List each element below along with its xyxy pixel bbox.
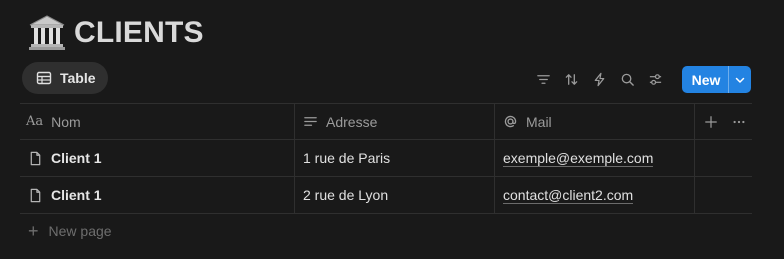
sort-icon — [565, 73, 577, 85]
sort-button[interactable] — [557, 66, 585, 92]
cell-nom[interactable]: Client 1 — [20, 177, 295, 213]
view-settings-button[interactable] — [641, 66, 669, 92]
cell-nom[interactable]: Client 1 — [20, 140, 295, 176]
new-page-label: New page — [48, 223, 112, 239]
page-document-icon — [30, 151, 41, 165]
cell-adresse[interactable]: 2 rue de Lyon — [295, 177, 495, 213]
view-tab-table[interactable]: Table — [22, 62, 108, 94]
cell-adresse[interactable]: 1 rue de Paris — [295, 140, 495, 176]
cell-nom-text: Client 1 — [51, 150, 102, 166]
view-tab-label: Table — [60, 70, 96, 86]
cell-mail[interactable]: contact@client2.com — [495, 177, 695, 213]
automation-button[interactable] — [585, 66, 613, 92]
table-header-row: Aa Nom Adresse Mail — [20, 103, 752, 140]
cell-nom-text: Client 1 — [51, 187, 102, 203]
table-icon — [36, 71, 52, 85]
new-button-group: New — [682, 66, 751, 93]
search-icon — [621, 73, 634, 86]
new-dropdown-button[interactable] — [728, 66, 751, 93]
mail-link[interactable]: exemple@exemple.com — [503, 150, 654, 167]
table-row[interactable]: Client 1 1 rue de Paris exemple@exemple.… — [20, 140, 752, 177]
database-page: CLIENTS Table New Aa Nom Adresse Mail Cl… — [0, 0, 784, 259]
column-header-label: Nom — [51, 113, 81, 130]
mail-link[interactable]: contact@client2.com — [503, 187, 634, 204]
column-header-adresse[interactable]: Adresse — [295, 104, 495, 139]
settings-sliders-icon — [649, 73, 661, 85]
filter-icon — [536, 74, 550, 84]
new-page-button[interactable]: + New page — [28, 222, 112, 240]
column-header-label: Adresse — [326, 113, 378, 130]
column-header-nom[interactable]: Aa Nom — [20, 104, 295, 139]
plus-icon: + — [28, 221, 39, 241]
column-actions — [695, 104, 752, 139]
text-lines-icon — [304, 117, 317, 126]
page-document-icon — [30, 188, 41, 202]
automation-bolt-icon — [594, 72, 604, 86]
more-options-icon[interactable] — [732, 115, 746, 129]
add-column-plus-icon[interactable] — [704, 115, 718, 129]
page-title-row: CLIENTS — [28, 12, 204, 54]
chevron-down-icon — [735, 77, 745, 83]
filter-button[interactable] — [529, 66, 557, 92]
cell-empty — [695, 140, 752, 176]
title-aa-icon: Aa — [26, 114, 44, 129]
column-header-mail[interactable]: Mail — [495, 104, 695, 139]
cell-empty — [695, 177, 752, 213]
classical-building-icon[interactable] — [28, 14, 66, 52]
cell-adresse-text: 2 rue de Lyon — [303, 187, 389, 203]
cell-mail[interactable]: exemple@exemple.com — [495, 140, 695, 176]
table-row[interactable]: Client 1 2 rue de Lyon contact@client2.c… — [20, 177, 752, 214]
new-button[interactable]: New — [682, 66, 728, 93]
database-table: Aa Nom Adresse Mail Client 1 1 rue de Pa… — [20, 103, 752, 214]
page-title[interactable]: CLIENTS — [74, 16, 204, 50]
column-header-label: Mail — [526, 113, 552, 130]
view-toolbar — [529, 66, 669, 92]
cell-adresse-text: 1 rue de Paris — [303, 150, 391, 166]
at-icon — [504, 115, 517, 128]
search-button[interactable] — [613, 66, 641, 92]
